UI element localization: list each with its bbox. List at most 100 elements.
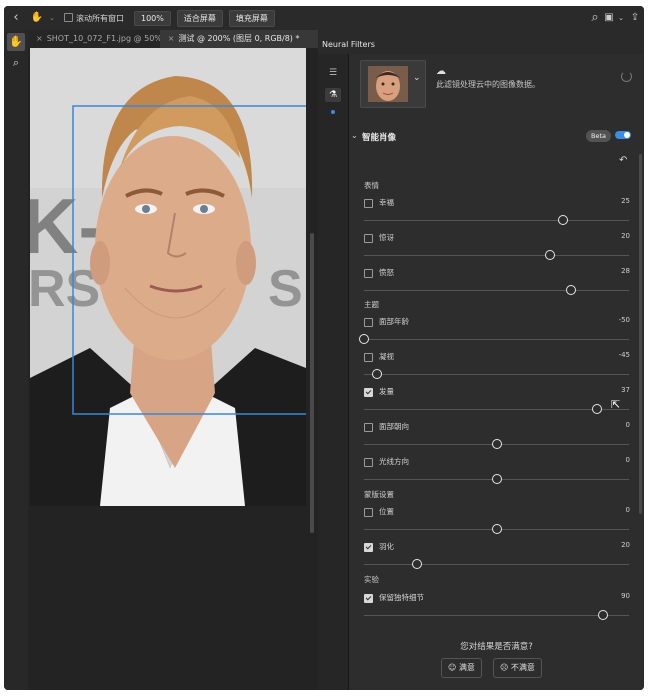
cloud-processing-notice: 此滤镜处理云中的图像数据。 [436,80,540,89]
slider-checkbox[interactable] [364,458,373,467]
slider-value: 25 [621,197,630,205]
svg-text:SL: SL [268,260,306,318]
collapse-chevron-icon[interactable]: ⌄ [351,131,358,140]
reset-parameters-icon[interactable]: ↶ [619,155,627,166]
scroll-all-windows-checkbox[interactable]: 滚动所有窗口 [64,12,124,24]
slider-track[interactable] [364,564,629,565]
slider-thumb[interactable] [491,524,502,534]
all-filters-icon[interactable]: ☰ [325,66,341,80]
slider-head-direction[interactable]: 面部朝向 0 [349,421,644,453]
frown-icon: ☹ [500,663,509,672]
slider-value: 20 [621,541,630,549]
canvas-scrollbar[interactable] [310,233,314,533]
search-icon[interactable]: ⌕ [588,6,602,30]
slider-light-direction[interactable]: 光线方向 0 [349,456,644,488]
slider-checkbox[interactable] [364,318,373,327]
slider-label: 凝视 [379,352,394,361]
slider-facial-age[interactable]: 面部年龄 -50 [349,316,644,348]
zoom-100-button[interactable]: 100% [134,10,171,26]
preview-thumbnail[interactable]: ⌄ [360,60,426,108]
slider-track[interactable] [364,220,629,221]
slider-label: 幸福 [379,198,394,207]
zoom-tool-icon[interactable]: ⌕ [7,54,25,72]
slider-track[interactable] [364,374,629,375]
slider-value: 37 [621,386,630,394]
slider-thumb[interactable] [565,285,576,295]
slider-track[interactable] [364,290,629,291]
slider-label: 位置 [379,507,394,516]
slider-thumb[interactable] [544,250,555,260]
slider-checkbox[interactable] [364,234,373,243]
slider-track[interactable] [364,339,629,340]
slider-thumb[interactable] [592,404,603,414]
satisfied-button[interactable]: ☺ 满意 [441,658,482,678]
slider-happiness[interactable]: 幸福 25 [349,197,644,229]
slider-checkbox[interactable] [364,353,373,362]
fill-screen-button[interactable]: 填充屏幕 [228,9,275,27]
share-icon[interactable]: ⇪ [626,6,644,30]
category-expression: 表情 [364,181,379,190]
slider-track[interactable] [364,255,629,256]
hand-tool-icon[interactable]: ✋ [7,33,25,51]
svg-text:RS: RS [30,260,100,318]
slider-preserve-details[interactable]: 保留独特细节 90 [349,592,644,624]
slider-checkbox[interactable] [364,508,373,517]
slider-hair-thickness[interactable]: 发量 37 [349,386,644,418]
slider-value: 0 [625,506,630,514]
slider-feather[interactable]: 羽化 20 [349,541,644,573]
workspace-chevron-icon[interactable]: ⌄ [616,6,626,30]
workspace-icon[interactable]: ▣ [602,6,616,30]
portrait-drawing: K- RS SL [30,48,306,506]
slider-checkbox[interactable] [364,388,373,397]
slider-thumb[interactable] [359,334,369,344]
back-arrow-icon[interactable]: ‹ [4,6,28,30]
neural-filters-panel: ⌄ ☁ 此滤镜处理云中的图像数据。 ⌄ 智能肖像 Beta ↶ 表情 幸福 25… [349,54,644,690]
close-tab-icon[interactable]: × [168,34,175,43]
slider-position[interactable]: 位置 0 [349,506,644,538]
filter-enable-toggle[interactable] [615,131,631,139]
slider-thumb[interactable] [597,610,608,620]
slider-label: 保留独特细节 [379,593,424,602]
slider-thumb[interactable] [412,559,422,569]
filter-title[interactable]: 智能肖像 [362,131,396,143]
thumbnail-dropdown-chevron-icon[interactable]: ⌄ [413,73,421,83]
tab-test[interactable]: × 测试 @ 200% (图层 0, RGB/8) * [159,30,318,48]
slider-anger[interactable]: 愤怒 28 [349,267,644,299]
mouse-cursor-icon: ⇱ [611,398,621,411]
slider-track[interactable] [364,409,629,410]
slider-thumb[interactable] [491,439,502,449]
slider-checkbox[interactable] [364,199,373,208]
slider-checkbox[interactable] [364,423,373,432]
slider-checkbox[interactable] [364,269,373,278]
beta-filters-flask-icon[interactable]: ⚗ [325,88,341,102]
panel-scrollbar[interactable] [639,154,642,514]
close-tab-icon[interactable]: × [36,34,43,43]
slider-surprise[interactable]: 惊讶 20 [349,232,644,264]
fit-screen-button[interactable]: 适合屏幕 [176,9,223,27]
checkbox-box[interactable] [64,12,73,22]
slider-thumb[interactable] [557,215,568,225]
filter-category-bar: ☰ ⚗ [318,54,349,690]
feedback-question: 您对结果是否满意? [460,642,533,652]
category-theme: 主题 [364,300,379,309]
document-canvas[interactable]: K- RS SL [28,48,318,690]
options-bar: ‹ ✋ ⌄ 滚动所有窗口 100% 适合屏幕 填充屏幕 ⌕ ▣ ⌄ ⇪ [4,6,644,31]
unsatisfied-button[interactable]: ☹ 不满意 [493,658,542,678]
tool-preset-chevron-icon[interactable]: ⌄ [46,6,58,30]
thumbnail-drawing [368,66,408,102]
slider-label: 面部年龄 [379,317,409,326]
slider-checkbox[interactable] [364,594,373,603]
slider-track[interactable] [364,615,629,616]
hand-tool-icon[interactable]: ✋ [28,6,46,30]
slider-checkbox[interactable] [364,543,373,552]
slider-gaze[interactable]: 凝视 -45 [349,351,644,383]
slider-label: 愤怒 [379,268,394,277]
cloud-icon: ☁ [436,66,446,77]
unsatisfied-label: 不满意 [510,663,535,672]
slider-thumb[interactable] [372,369,383,379]
slider-thumb[interactable] [491,474,502,484]
tab-shot[interactable]: ×SHOT_10_072_F1.jpg @ 50%(R... [28,30,160,48]
selected-indicator-dot [331,110,335,114]
category-mask-settings: 蒙版设置 [364,490,394,499]
slider-value: 28 [621,267,630,275]
